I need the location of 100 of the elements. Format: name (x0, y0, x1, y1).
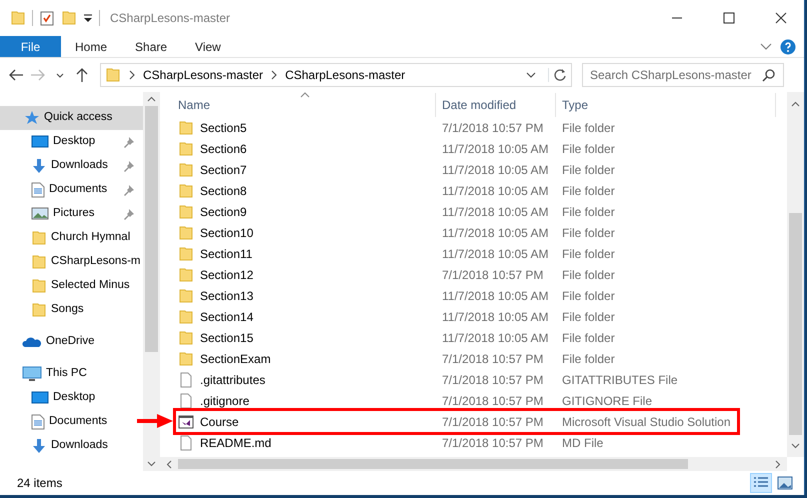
table-cell-text: File folder (561, 182, 616, 200)
dropdown-caret-icon[interactable] (526, 71, 536, 79)
table-cell-text: File folder (561, 288, 616, 304)
table-cell-text: 11/7/2018 10:05 AM (441, 140, 550, 158)
breadcrumb-link[interactable]: CSharpLesons-master (139, 66, 268, 84)
details-view-button[interactable] (750, 473, 772, 493)
file-name[interactable]: Section10 (200, 224, 254, 242)
navigation-item[interactable]: OneDrive (0, 330, 97, 354)
chevron-icon (271, 70, 278, 80)
scroll-left-icon[interactable] (166, 460, 172, 468)
table-cell-text: 11/7/2018 10:05 AM (441, 246, 550, 262)
scroll-up-icon[interactable] (146, 96, 156, 102)
navigation-item[interactable]: Desktop (0, 386, 98, 410)
document-icon (31, 182, 45, 198)
column-header[interactable]: Date modified (436, 93, 556, 117)
large-icons-view-icon (777, 476, 793, 490)
file-name[interactable]: Section5 (200, 118, 247, 136)
navigation-item[interactable]: This PC (0, 362, 89, 386)
table-cell-text: File folder (561, 140, 616, 158)
table-cell-text: 11/7/2018 10:05 AM (441, 308, 550, 326)
folder-icon (178, 288, 194, 304)
navigation-item[interactable]: Selected Minus (0, 274, 132, 298)
file-name[interactable]: Section9 (200, 202, 247, 220)
navigation-item[interactable]: Pictures (0, 202, 137, 226)
file-name[interactable]: Section12 (200, 266, 254, 284)
file-name[interactable]: Section7 (200, 160, 247, 178)
table-cell-text: File folder (561, 330, 616, 346)
scrollbar[interactable] (787, 92, 804, 457)
file-icon (178, 434, 194, 450)
refresh-icon[interactable] (553, 68, 567, 82)
navigation-item[interactable]: Downloads (0, 154, 137, 178)
table-cell-text: 7/1/2018 10:57 PM (441, 120, 544, 136)
table-cell-text: 7/1/2018 10:57 PM (441, 434, 544, 452)
folder-icon (178, 350, 194, 366)
table-cell-text: File folder (561, 350, 616, 368)
download-arrow-icon (31, 438, 47, 454)
file-name[interactable]: Section14 (200, 308, 254, 326)
navigation-item[interactable]: Quick access (0, 106, 143, 130)
table-cell-text: GITIGNORE File (561, 392, 654, 410)
customize-caret-icon[interactable] (83, 13, 93, 23)
search-field[interactable]: Search CSharpLesons-master (582, 63, 784, 87)
scroll-down-icon[interactable] (146, 461, 156, 467)
pin-icon (123, 136, 135, 148)
table-cell-text: 11/7/2018 10:05 AM (441, 162, 550, 178)
picture-icon (31, 207, 49, 221)
navigation-item[interactable]: Documents (0, 178, 137, 202)
back-arrow-icon[interactable] (8, 67, 24, 83)
file-name[interactable]: Section8 (200, 182, 247, 200)
navigation-item[interactable]: Desktop (0, 130, 137, 154)
table-cell-text: MD File (561, 434, 604, 452)
pin-icon (123, 208, 135, 220)
ribbon-tab[interactable]: View (181, 36, 235, 57)
file-icon (178, 372, 194, 388)
ribbon-tab[interactable]: Share (121, 36, 182, 57)
folder-icon (178, 182, 194, 198)
scrollbar[interactable] (143, 92, 159, 471)
scrollbar[interactable] (160, 457, 787, 471)
navigation-item[interactable]: Church Hymnal (0, 226, 132, 250)
pin-icon (123, 184, 135, 196)
table-cell-text: 7/1/2018 10:57 PM (441, 350, 544, 368)
file-name[interactable]: Section11 (200, 244, 252, 262)
pointer-arrow (136, 413, 174, 429)
table-cell-text: File folder (561, 162, 616, 178)
scroll-down-icon[interactable] (791, 443, 800, 449)
file-name[interactable]: .gitignore (200, 392, 250, 410)
file-name[interactable]: README.md (200, 434, 272, 452)
help-icon[interactable] (780, 38, 796, 54)
properties-icon[interactable] (39, 10, 55, 26)
details-view-icon (753, 476, 769, 490)
navigation-item[interactable]: Documents (0, 410, 110, 434)
navigation-item[interactable]: CSharpLesons-m (0, 250, 142, 274)
file-name[interactable]: Section6 (200, 140, 247, 158)
file-menu-button[interactable]: File (0, 36, 61, 57)
folder-icon (31, 254, 47, 270)
breadcrumb-link[interactable]: CSharpLesons-master (281, 66, 410, 84)
navigation-item[interactable]: Songs (0, 298, 86, 322)
file-name[interactable]: Section15 (200, 328, 254, 346)
table-cell-text: 7/1/2018 10:57 PM (441, 414, 544, 430)
file-name[interactable]: Course (200, 412, 239, 430)
item-count: 24 items (17, 475, 62, 492)
file-icon (178, 392, 194, 408)
expand-ribbon-icon[interactable] (760, 42, 772, 50)
column-header[interactable]: Type (556, 93, 776, 117)
file-name[interactable]: SectionExam (200, 350, 271, 368)
table-cell-text: 11/7/2018 10:05 AM (441, 224, 550, 242)
folder-icon (178, 162, 194, 178)
scroll-right-icon[interactable] (775, 460, 781, 468)
file-name[interactable]: Section13 (200, 286, 254, 304)
ribbon-tab[interactable]: Home (61, 36, 122, 57)
folder-icon (31, 302, 47, 318)
column-header[interactable]: Name (175, 93, 436, 117)
folder-icon (178, 308, 194, 324)
up-arrow-icon[interactable] (74, 67, 90, 83)
table-cell-text: 7/1/2018 10:57 PM (441, 266, 544, 284)
scroll-up-icon[interactable] (791, 101, 800, 107)
navigation-item[interactable]: Downloads (0, 434, 110, 458)
table-cell-text: 11/7/2018 10:05 AM (441, 204, 550, 220)
address-field[interactable]: CSharpLesons-master CSharpLesons-master (100, 63, 572, 87)
table-cell-text: Microsoft Visual Studio Solution (561, 414, 732, 430)
file-name[interactable]: .gitattributes (200, 370, 266, 388)
